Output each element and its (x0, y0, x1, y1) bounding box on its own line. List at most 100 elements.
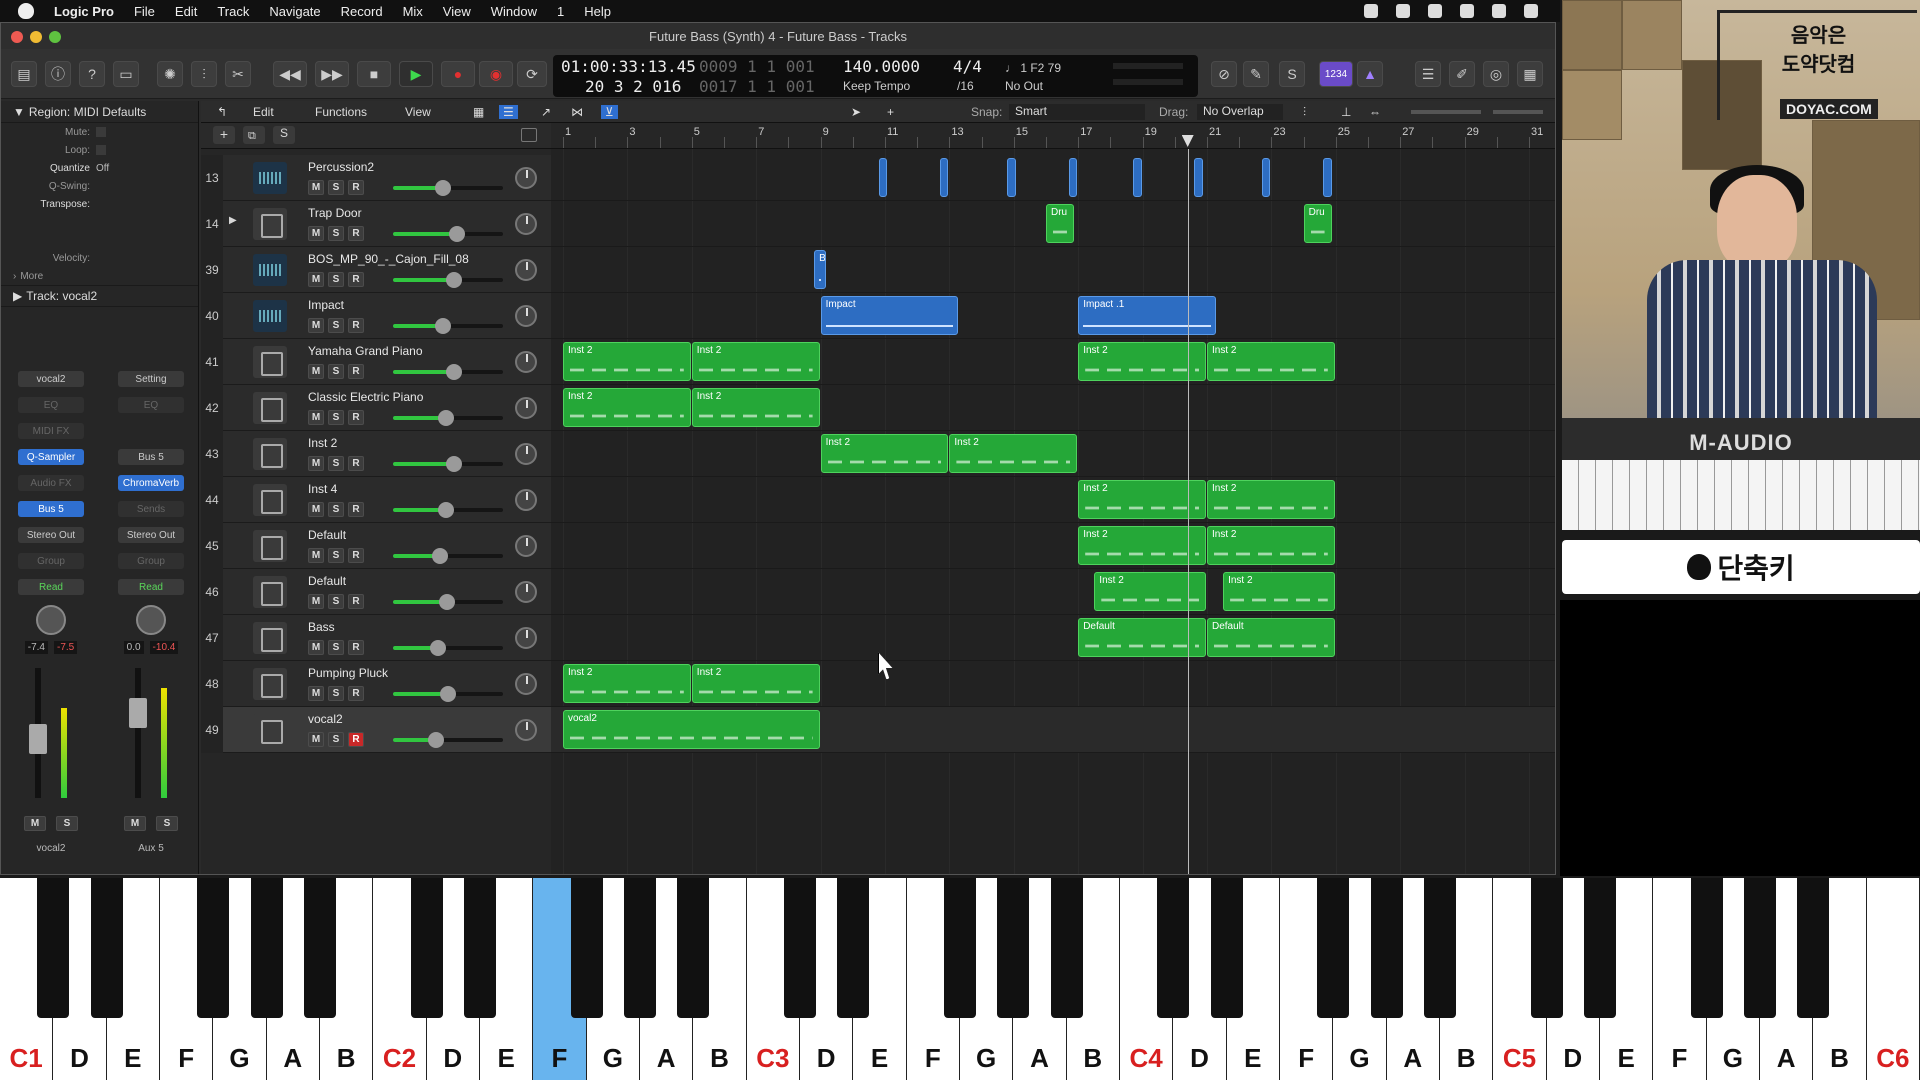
fader-knob[interactable] (435, 318, 451, 334)
low-latency-button[interactable]: ⊘ (1211, 61, 1237, 87)
strip-mute-button[interactable]: M (124, 816, 146, 831)
audio-region[interactable] (1261, 158, 1271, 197)
track-name[interactable]: Inst 4 (308, 482, 337, 496)
track-lane[interactable] (551, 293, 1555, 339)
synth-stand-icon[interactable] (253, 576, 287, 608)
fader-knob[interactable] (449, 226, 465, 242)
vertical-zoom-slider[interactable] (1411, 110, 1481, 114)
mute-checkbox[interactable] (96, 127, 106, 137)
midi-region[interactable]: Inst 2 (1094, 572, 1206, 611)
duplicate-track-button[interactable]: ⧉ (243, 126, 265, 144)
count-in-button[interactable]: 1234 (1319, 61, 1353, 87)
inspector-more[interactable]: › More (1, 267, 198, 285)
track-pan-knob[interactable] (515, 581, 537, 603)
minimize-button[interactable] (30, 31, 42, 43)
lcd-display[interactable]: 01:00:33:13.45 0009 1 1 001 20 3 2 016 0… (553, 55, 1198, 97)
menu-window[interactable]: Window (481, 4, 547, 19)
track-solo-button[interactable]: S (328, 732, 344, 747)
midi-region[interactable]: Inst 2 (1223, 572, 1335, 611)
track-record-button[interactable]: R (348, 640, 364, 655)
strip-automation-mode[interactable]: Read (118, 579, 184, 595)
fader-knob[interactable] (435, 180, 451, 196)
play-button[interactable]: ▶ (399, 61, 433, 87)
track-header[interactable]: 14 ▶ Trap Door M S R (201, 201, 551, 247)
track-volume-fader[interactable] (393, 732, 503, 748)
zoom-button[interactable] (49, 31, 61, 43)
arrange-lanes[interactable]: Dru Dru B Impact Impact .1 Inst 2 Inst 2 Inst 2… (551, 149, 1555, 874)
midi-region[interactable]: Inst 2 (691, 388, 820, 427)
menu-track[interactable]: Track (207, 4, 259, 19)
view-menu[interactable]: View (405, 105, 431, 119)
midi-region[interactable]: Inst 2 (1207, 526, 1335, 565)
strip-solo-button[interactable]: S (56, 816, 78, 831)
fader-knob[interactable] (438, 502, 454, 518)
record-button[interactable]: ● (441, 61, 475, 87)
track-name[interactable]: Impact (308, 298, 344, 312)
list-editors-button[interactable]: ☰ (1415, 61, 1441, 87)
strip-group-slot[interactable]: Group (118, 553, 184, 569)
midi-region[interactable]: Inst 2 (820, 434, 949, 473)
fit-horizontal-icon[interactable]: ⇔ (1369, 105, 1381, 119)
track-volume-fader[interactable] (393, 686, 503, 702)
catch-icon[interactable]: ↗ (541, 105, 551, 119)
track-lane[interactable] (551, 569, 1555, 615)
synth-stand-icon[interactable] (253, 484, 287, 516)
track-solo-button[interactable]: S (328, 548, 344, 563)
pan-knob[interactable] (136, 605, 166, 635)
track-solo-button[interactable]: S (328, 226, 344, 241)
strip-sends-slot[interactable]: Sends (118, 501, 184, 517)
notepad-button[interactable]: ✐ (1449, 61, 1475, 87)
fader-knob[interactable] (446, 364, 462, 380)
track-solo-button[interactable]: S (328, 180, 344, 195)
snap-to-grid-icon[interactable]: ⊻ (601, 105, 618, 119)
track-name[interactable]: Pumping Pluck (308, 666, 388, 680)
track-pan-knob[interactable] (515, 351, 537, 373)
menu-view[interactable]: View (433, 4, 481, 19)
track-header[interactable]: 49 vocal2 M S R (201, 707, 551, 753)
edit-menu[interactable]: Edit (253, 105, 274, 119)
track-name[interactable]: Inst 2 (308, 436, 337, 450)
horizontal-zoom-slider[interactable] (1493, 110, 1543, 114)
track-mute-button[interactable]: M (308, 180, 324, 195)
track-solo-button[interactable]: S (328, 594, 344, 609)
global-solo-button[interactable]: S (273, 126, 295, 144)
fader-knob[interactable] (428, 732, 444, 748)
audio-waveform-icon[interactable] (253, 254, 287, 286)
audio-waveform-icon[interactable] (253, 300, 287, 332)
track-name[interactable]: Yamaha Grand Piano (308, 344, 423, 358)
disclosure-triangle-icon[interactable]: ▶ (229, 215, 237, 226)
track-solo-button[interactable]: S (328, 456, 344, 471)
track-volume-fader[interactable] (393, 272, 503, 288)
inspector-row-transpose[interactable]: Transpose: (1, 195, 198, 213)
midi-region[interactable]: Inst 2 (691, 342, 820, 381)
flex-icon[interactable]: ⋈ (571, 105, 583, 119)
audio-region[interactable] (939, 158, 949, 197)
inspector-row-quantize[interactable]: Quantize Off (1, 159, 198, 177)
strip-output-slot[interactable]: Stereo Out (118, 527, 184, 543)
audio-region[interactable]: Impact (820, 296, 959, 335)
wifi-icon[interactable] (1524, 4, 1538, 18)
pan-knob[interactable] (36, 605, 66, 635)
track-header[interactable]: 43 Inst 2 MSR (201, 431, 551, 477)
track-pan-knob[interactable] (515, 443, 537, 465)
menu-file[interactable]: File (124, 4, 165, 19)
bluetooth-icon[interactable] (1396, 4, 1410, 18)
track-pan-knob[interactable] (515, 305, 537, 327)
pencil-tool-icon[interactable]: + (887, 105, 894, 119)
fader-knob[interactable] (446, 272, 462, 288)
bar-ruler[interactable]: 1 3 5 7 9 11 13 15 17 19 21 23 25 27 29 31 (551, 123, 1555, 149)
strip-setting-button[interactable]: vocal2 (18, 371, 84, 387)
inspector-row-mute[interactable]: Mute: (1, 123, 198, 141)
track-solo-button[interactable]: S (328, 318, 344, 333)
track-header[interactable]: 44 Inst 4 MSR (201, 477, 551, 523)
track-lane[interactable] (551, 477, 1555, 523)
inspector-row-velocity[interactable]: Velocity: (1, 249, 198, 267)
track-volume-fader[interactable] (393, 364, 503, 380)
midi-region[interactable]: Inst 2 (563, 388, 691, 427)
menu-app[interactable]: Logic Pro (44, 4, 124, 19)
apple-menu-icon[interactable] (18, 3, 34, 19)
track-header[interactable]: 41 Yamaha Grand Piano M S R (201, 339, 551, 385)
replace-button[interactable]: ✎ (1243, 61, 1269, 87)
strip-mute-button[interactable]: M (24, 816, 46, 831)
drag-select[interactable]: No Overlap (1197, 104, 1283, 120)
